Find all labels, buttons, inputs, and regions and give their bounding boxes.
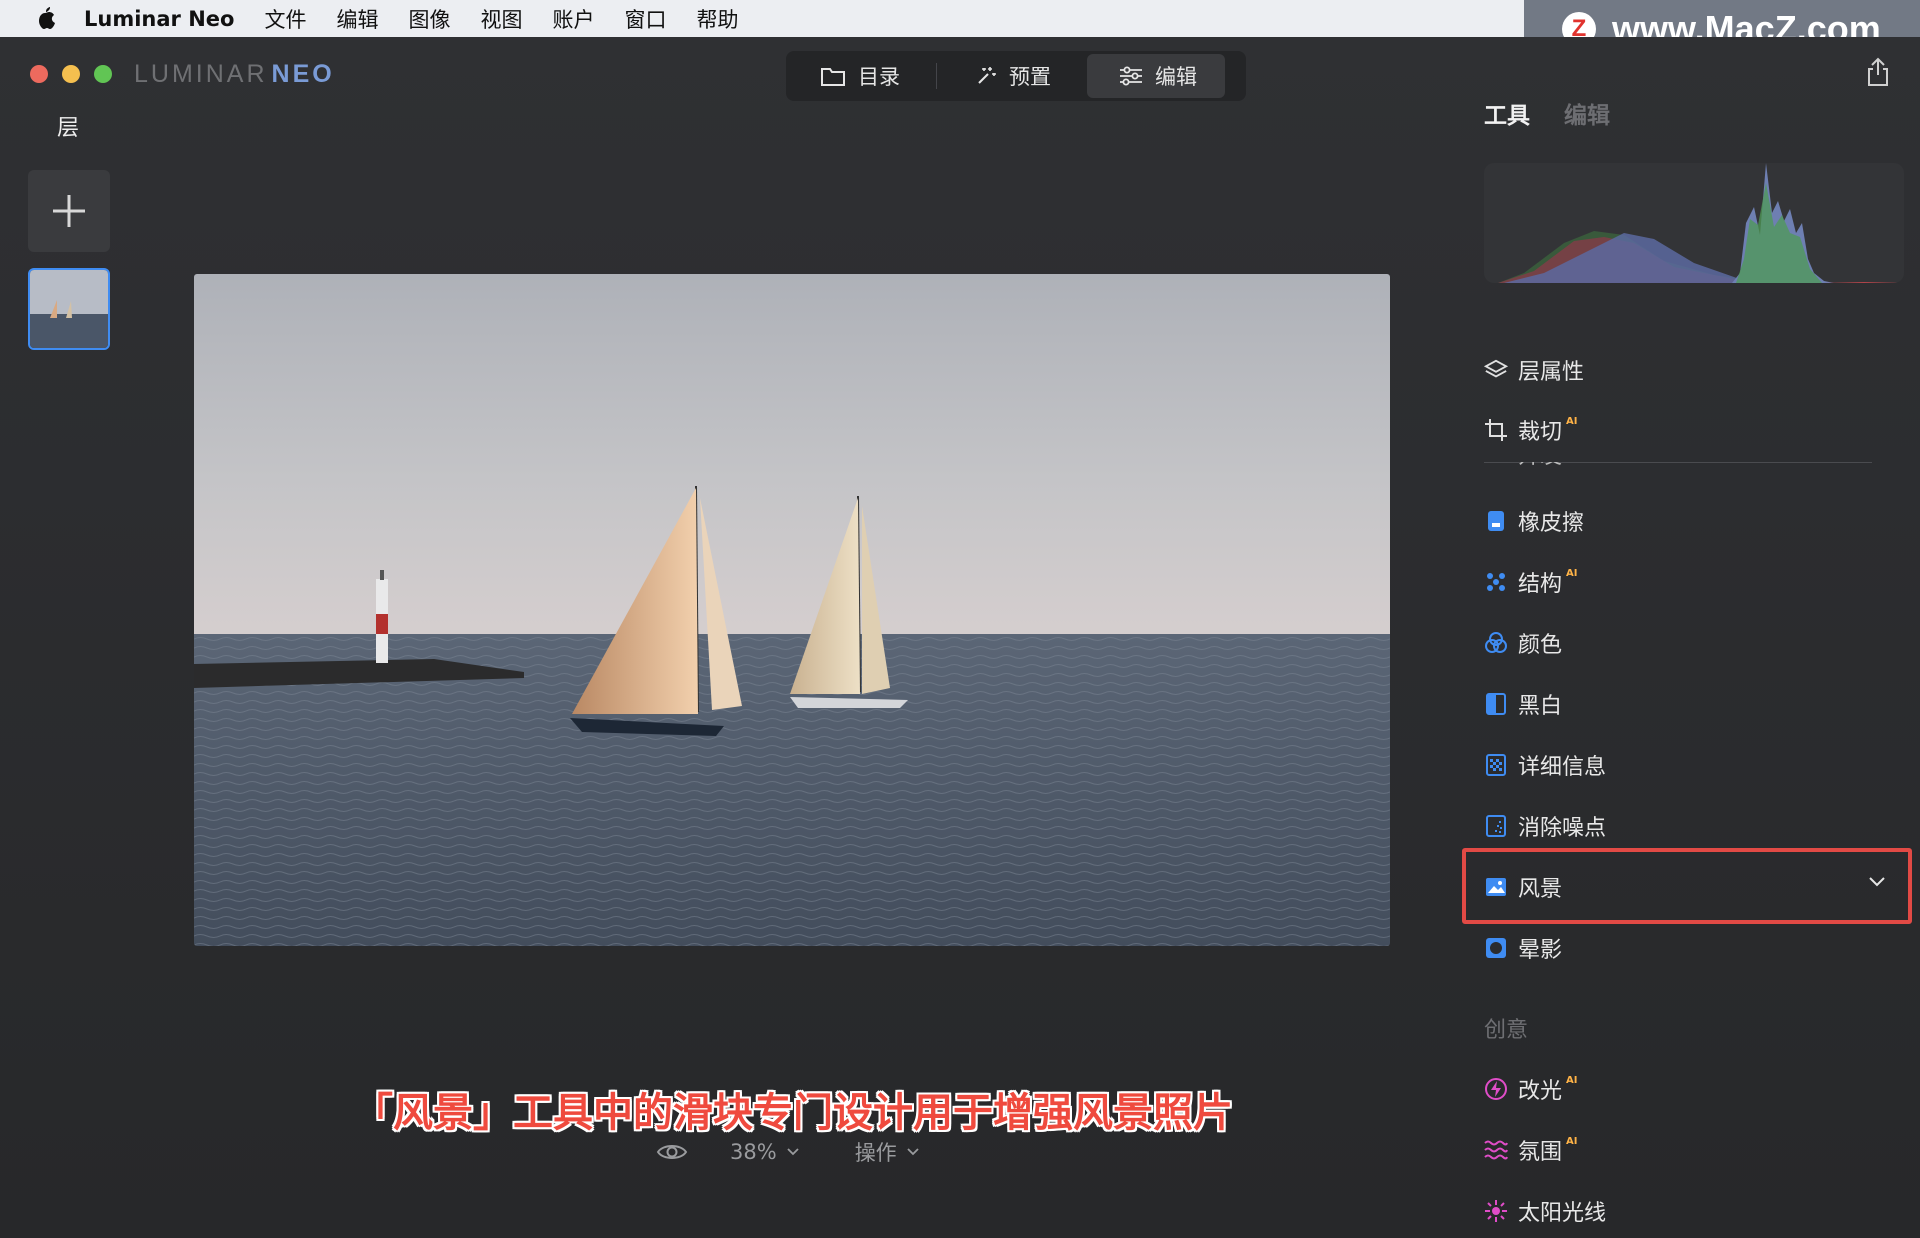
- layer-thumbnail[interactable]: [28, 268, 110, 350]
- tool-label: 层属性: [1518, 360, 1585, 385]
- sunrays-icon: [1484, 1199, 1508, 1223]
- panel-tabs: 工具 编辑: [1484, 96, 1644, 130]
- layers-icon: [1484, 358, 1508, 382]
- canvas-toolbar: 38% 操作: [656, 1134, 919, 1170]
- tool-label: 风景: [1518, 877, 1563, 902]
- ai-badge: AI: [1566, 1075, 1578, 1086]
- tool-label: 黑白: [1518, 694, 1563, 719]
- tool-develop-peek[interactable]: 开发: [1484, 462, 1604, 476]
- actions-label: 操作: [854, 1141, 897, 1165]
- tool-structure[interactable]: 结构 AI: [1484, 562, 1577, 602]
- zoom-window-button[interactable]: [94, 65, 112, 83]
- folder-icon: [821, 68, 845, 86]
- tool-layer-properties[interactable]: 层属性: [1484, 350, 1584, 390]
- tool-sunrays[interactable]: 太阳光线: [1484, 1191, 1606, 1231]
- tool-label: 详细信息: [1518, 755, 1607, 780]
- menu-help[interactable]: 帮助: [696, 4, 738, 34]
- chevron-down-icon: [787, 1148, 799, 1156]
- menu-view[interactable]: 视图: [480, 4, 522, 34]
- sailboat-photo: [194, 274, 1390, 946]
- color-icon: [1484, 631, 1508, 655]
- tool-color[interactable]: 颜色: [1484, 623, 1562, 663]
- sliders-icon: [1120, 66, 1142, 86]
- tool-label: 改光: [1518, 1079, 1563, 1104]
- landscape-icon: [1484, 875, 1508, 899]
- creative-section-label: 创意: [1484, 1018, 1529, 1043]
- plus-icon: [53, 195, 85, 227]
- tool-denoise[interactable]: 消除噪点: [1484, 806, 1606, 846]
- ai-badge: AI: [1566, 568, 1578, 579]
- crop-icon: [1484, 418, 1508, 442]
- video-subtitle: 「风景」工具中的滑块专门设计用于增强风景照片: [353, 1090, 1233, 1136]
- actions-dropdown[interactable]: 操作: [855, 1137, 919, 1167]
- tool-crop[interactable]: 裁切 AI: [1484, 410, 1577, 450]
- photo-canvas[interactable]: [194, 274, 1390, 946]
- close-window-button[interactable]: [30, 65, 48, 83]
- tool-label: 晕影: [1518, 938, 1563, 963]
- zoom-dropdown[interactable]: 38%: [730, 1140, 799, 1164]
- tab-edit-label: 编辑: [1155, 65, 1197, 89]
- chevron-down-icon: [907, 1148, 919, 1156]
- relight-icon: [1484, 1077, 1508, 1101]
- tool-label: 结构: [1518, 572, 1563, 597]
- bw-icon: [1484, 692, 1508, 716]
- tool-label: 太阳光线: [1518, 1201, 1607, 1226]
- tool-label: 颜色: [1518, 633, 1563, 658]
- apple-icon[interactable]: [32, 6, 58, 32]
- tool-black-white[interactable]: 黑白: [1484, 684, 1562, 724]
- tool-label: 裁切: [1518, 420, 1563, 445]
- menu-image[interactable]: 图像: [408, 4, 450, 34]
- details-icon: [1484, 753, 1508, 777]
- minimize-window-button[interactable]: [62, 65, 80, 83]
- app-logo: LUMINAR NEO: [134, 59, 335, 89]
- histogram: [1484, 163, 1904, 283]
- ai-badge: AI: [1566, 416, 1578, 427]
- tool-relight[interactable]: 改光 AI: [1484, 1069, 1577, 1109]
- tab-edit[interactable]: 编辑: [1087, 54, 1225, 98]
- chevron-down-icon[interactable]: [1868, 876, 1886, 887]
- menu-file[interactable]: 文件: [264, 4, 306, 34]
- structure-icon: [1484, 570, 1508, 594]
- tab-catalog-label: 目录: [858, 65, 900, 89]
- vignette-icon: [1484, 936, 1508, 960]
- layers-title: 层: [57, 116, 80, 141]
- tool-vignette[interactable]: 晕影: [1484, 928, 1562, 968]
- ai-badge: AI: [1566, 1136, 1578, 1147]
- tool-label: 橡皮擦: [1518, 511, 1585, 536]
- menu-edit[interactable]: 编辑: [336, 4, 378, 34]
- magic-wand-icon: [978, 67, 996, 84]
- tool-details[interactable]: 详细信息: [1484, 745, 1606, 785]
- tool-label: 氛围: [1518, 1140, 1563, 1165]
- tool-label: 开发: [1484, 462, 1604, 470]
- brand-suffix: NEO: [271, 59, 335, 88]
- add-layer-button[interactable]: [28, 170, 110, 252]
- tab-edits[interactable]: 编辑: [1564, 96, 1610, 130]
- menu-window[interactable]: 窗口: [624, 4, 666, 34]
- tool-eraser[interactable]: 橡皮擦: [1484, 501, 1584, 541]
- denoise-icon: [1484, 814, 1508, 838]
- histogram-graph: [1498, 163, 1904, 283]
- tool-label: 消除噪点: [1518, 816, 1607, 841]
- brand-name: LUMINAR: [134, 59, 268, 88]
- layer-thumbnail-image: [30, 270, 108, 348]
- menu-account[interactable]: 账户: [552, 4, 594, 34]
- eraser-icon: [1484, 509, 1508, 533]
- eye-icon[interactable]: [656, 1141, 688, 1163]
- atmosphere-icon: [1484, 1138, 1508, 1162]
- share-icon[interactable]: [1866, 57, 1890, 87]
- mode-switcher: 目录 预置 编辑: [786, 51, 1246, 101]
- tool-landscape[interactable]: 风景: [1484, 867, 1562, 907]
- tab-presets-label: 预置: [1009, 65, 1051, 89]
- tab-presets[interactable]: 预置: [937, 54, 1087, 98]
- zoom-value: 38%: [730, 1140, 777, 1164]
- menu-app-name[interactable]: Luminar Neo: [84, 7, 234, 31]
- tab-catalog[interactable]: 目录: [786, 54, 936, 98]
- tool-atmosphere[interactable]: 氛围 AI: [1484, 1130, 1577, 1170]
- tab-tools[interactable]: 工具: [1484, 96, 1530, 130]
